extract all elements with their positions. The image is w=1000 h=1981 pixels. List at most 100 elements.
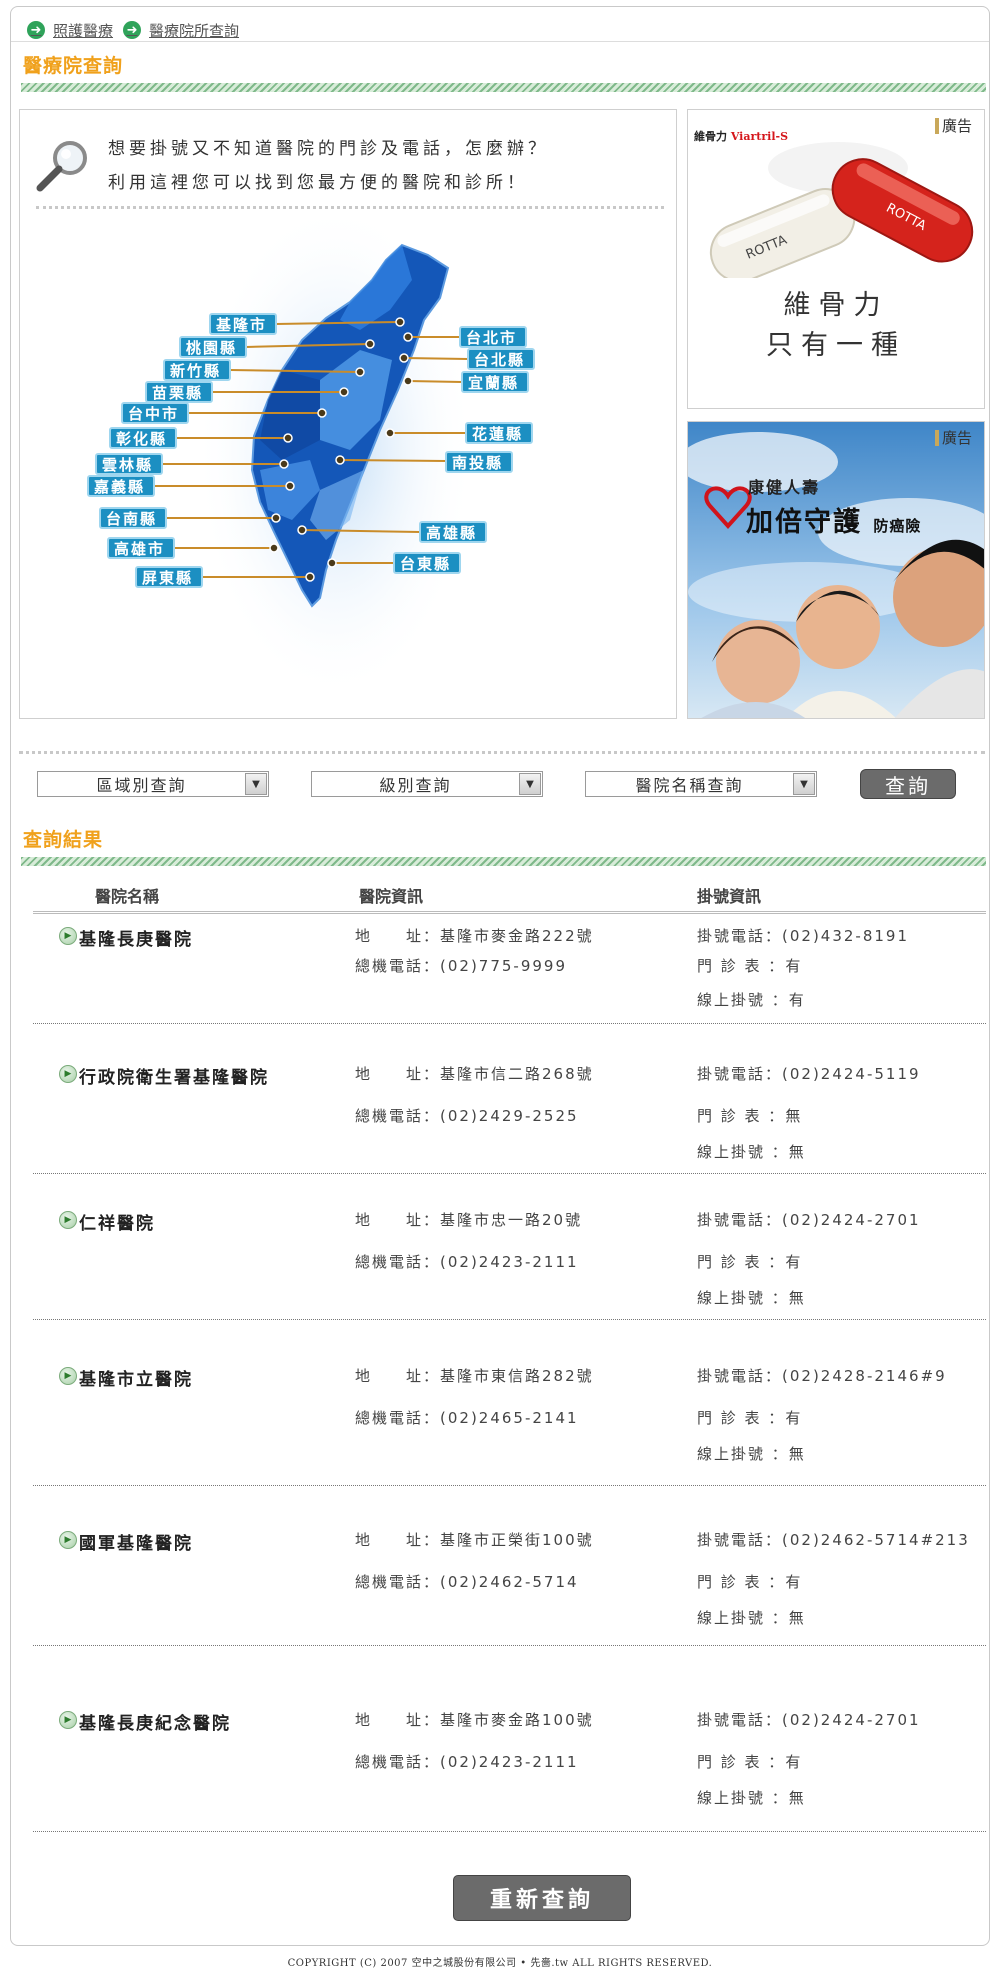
ad-label: 廣告 bbox=[934, 118, 972, 134]
main-phone-value: (02)2462-5714 bbox=[440, 1573, 579, 1591]
field-label: 門 診 表 ： bbox=[697, 1107, 786, 1125]
schedule-value: 有 bbox=[785, 1573, 803, 1591]
main-phone-field: 總機電話：(02)2462-5714 bbox=[355, 1571, 579, 1592]
county-label: 南投縣 bbox=[452, 454, 503, 472]
field-label: 門 診 表 ： bbox=[697, 1753, 786, 1771]
field-label: 掛號電話： bbox=[697, 927, 783, 945]
field-label: 地 址： bbox=[355, 1711, 441, 1729]
hospital-name-link[interactable]: 仁祥醫院 bbox=[79, 1209, 155, 1234]
address-value: 基隆市麥金路100號 bbox=[440, 1711, 594, 1729]
play-bullet-icon: ▶ bbox=[59, 1367, 77, 1385]
column-header-name: 醫院名稱 bbox=[95, 887, 160, 906]
registration-phone-field: 掛號電話：(02)2424-2701 bbox=[697, 1209, 921, 1230]
address-value: 基隆市東信路282號 bbox=[440, 1367, 594, 1385]
registration-phone-value: (02)2424-5119 bbox=[782, 1065, 921, 1083]
section-title-hospital-search: 醫療院查詢 bbox=[23, 55, 124, 77]
county-label: 高雄縣 bbox=[426, 524, 477, 542]
sky-family-photo bbox=[688, 422, 984, 718]
field-label: 總機電話： bbox=[355, 1107, 441, 1125]
schedule-value: 有 bbox=[785, 1409, 803, 1427]
county-label: 桃園縣 bbox=[186, 339, 237, 357]
registration-phone-field: 掛號電話：(02)2424-2701 bbox=[697, 1709, 921, 1730]
row-divider bbox=[33, 1173, 986, 1174]
row-divider bbox=[33, 1485, 986, 1486]
taiwan-map: 基隆市 台北市 桃園縣 台北縣 新竹縣 宜蘭縣 苗栗縣 台中市 花蓮縣 彰化縣 … bbox=[87, 220, 535, 700]
county-label: 台東縣 bbox=[400, 555, 451, 573]
online-registration-value: 有 bbox=[788, 991, 806, 1009]
address-field: 地 址：基隆市信二路268號 bbox=[355, 1063, 594, 1084]
field-label: 線上掛號 ： bbox=[697, 1789, 789, 1807]
ad-slogan: 維骨力 只有一種 bbox=[688, 286, 984, 366]
county-label: 苗栗縣 bbox=[152, 384, 203, 402]
hospital-name-select[interactable]: 醫院名稱查詢 ▼ bbox=[585, 771, 817, 797]
county-label: 台北縣 bbox=[474, 351, 525, 369]
ad-insurance[interactable]: 廣告 康健人壽 加倍守護 防癌險 bbox=[687, 421, 985, 719]
online-registration-field: 線上掛號 ：無 bbox=[697, 1443, 806, 1464]
online-registration-value: 無 bbox=[788, 1143, 806, 1161]
magnifier-icon bbox=[36, 141, 87, 192]
query-button[interactable]: 查詢 bbox=[860, 769, 956, 799]
main-phone-value: (02)2423-2111 bbox=[440, 1253, 579, 1271]
column-header-registration: 掛號資訊 bbox=[697, 887, 762, 906]
field-label: 線上掛號 ： bbox=[697, 1609, 789, 1627]
intro-text: 想要掛號又不知道醫院的門診及電話，怎麼辦？ 利用這裡您可以找到您最方便的醫院和診… bbox=[108, 132, 549, 200]
hospital-name-link[interactable]: 國軍基隆醫院 bbox=[79, 1529, 193, 1554]
level-select[interactable]: 級別查詢 ▼ bbox=[311, 771, 543, 797]
select-value: 醫院名稱查詢 bbox=[635, 776, 744, 795]
ad-company: 康健人壽 bbox=[748, 478, 821, 497]
breadcrumb: ➜ 照護醫療 ➜ 醫療院所查詢 bbox=[27, 17, 239, 43]
main-phone-value: (02)2429-2525 bbox=[440, 1107, 579, 1125]
field-label: 總機電話： bbox=[355, 1409, 441, 1427]
schedule-field: 門 診 表 ：有 bbox=[697, 1751, 802, 1772]
field-label: 總機電話： bbox=[355, 957, 441, 975]
address-value: 基隆市信二路268號 bbox=[440, 1065, 594, 1083]
dropdown-arrow-icon[interactable]: ▼ bbox=[793, 773, 815, 795]
main-phone-field: 總機電話：(02)2465-2141 bbox=[355, 1407, 579, 1428]
dropdown-arrow-icon[interactable]: ▼ bbox=[519, 773, 541, 795]
field-label: 線上掛號 ： bbox=[697, 1143, 789, 1161]
schedule-field: 門 診 表 ：有 bbox=[697, 955, 802, 976]
county-label: 台南縣 bbox=[106, 510, 157, 528]
county-label: 台中市 bbox=[128, 405, 179, 423]
row-divider bbox=[33, 1023, 986, 1024]
main-phone-field: 總機電話：(02)2423-2111 bbox=[355, 1751, 579, 1772]
play-bullet-icon: ▶ bbox=[59, 1531, 77, 1549]
hospital-name-link[interactable]: 基隆市立醫院 bbox=[79, 1365, 193, 1390]
breadcrumb-label: 醫療院所查詢 bbox=[149, 21, 240, 40]
main-phone-value: (02)2423-2111 bbox=[440, 1753, 579, 1771]
hospital-name-link[interactable]: 基隆長庚醫院 bbox=[79, 925, 193, 950]
breadcrumb-label: 照護醫療 bbox=[53, 21, 114, 40]
arrow-right-icon: ➜ bbox=[123, 21, 142, 39]
divider bbox=[11, 41, 989, 42]
county-label: 彰化縣 bbox=[116, 430, 167, 448]
reset-query-button[interactable]: 重新查詢 bbox=[453, 1875, 631, 1921]
hospital-name-link[interactable]: 基隆長庚紀念醫院 bbox=[79, 1709, 231, 1734]
ad-viartril[interactable]: 廣告 維骨力 Viartril-S ROTTA ROTTA 維骨力 只有一種 bbox=[687, 109, 985, 409]
address-field: 地 址：基隆市麥金路100號 bbox=[355, 1709, 594, 1730]
county-label: 屏東縣 bbox=[142, 569, 193, 587]
schedule-field: 門 診 表 ：有 bbox=[697, 1251, 802, 1272]
breadcrumb-item-care[interactable]: ➜ 照護醫療 bbox=[27, 20, 113, 41]
ad-label: 廣告 bbox=[934, 430, 972, 446]
online-registration-value: 無 bbox=[788, 1609, 806, 1627]
arrow-right-icon: ➜ bbox=[27, 21, 45, 39]
county-label: 基隆市 bbox=[215, 316, 267, 334]
dotted-divider bbox=[36, 206, 664, 209]
schedule-field: 門 診 表 ：有 bbox=[697, 1407, 802, 1428]
field-label: 線上掛號 ： bbox=[697, 991, 789, 1009]
hospital-name-link[interactable]: 行政院衛生署基隆醫院 bbox=[79, 1063, 269, 1088]
county-label: 高雄市 bbox=[114, 540, 165, 558]
ad-product: 加倍守護 防癌險 bbox=[746, 500, 921, 539]
county-label: 嘉義縣 bbox=[93, 478, 145, 496]
ad-product-name: 加倍守護 bbox=[746, 507, 862, 538]
capsule-image: ROTTA ROTTA bbox=[709, 142, 974, 278]
registration-phone-value: (02)2424-2701 bbox=[782, 1711, 921, 1729]
county-label: 台北市 bbox=[466, 329, 517, 347]
dropdown-arrow-icon[interactable]: ▼ bbox=[245, 773, 267, 795]
play-bullet-icon: ▶ bbox=[59, 1211, 77, 1229]
main-phone-field: 總機電話：(02)775-9999 bbox=[355, 955, 567, 976]
breadcrumb-item-hospital-search[interactable]: ➜ 醫療院所查詢 bbox=[123, 20, 239, 41]
county-label: 宜蘭縣 bbox=[468, 374, 519, 392]
region-select[interactable]: 區域別查詢 ▼ bbox=[37, 771, 269, 797]
intro-line: 想要掛號又不知道醫院的門診及電話，怎麼辦？ bbox=[108, 139, 549, 159]
